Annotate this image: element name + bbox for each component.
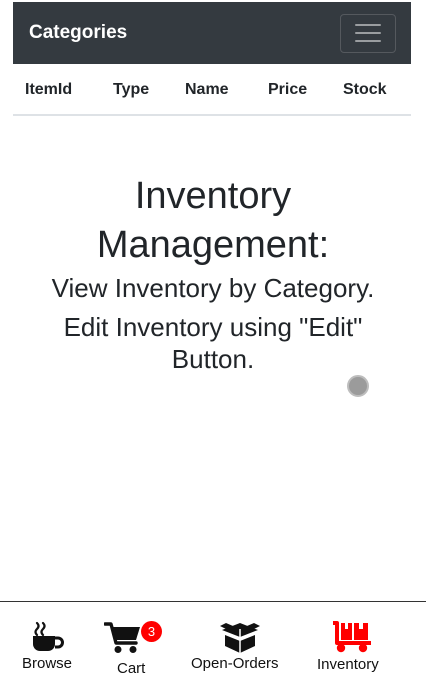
nav-item-cart[interactable]: 3 Cart (96, 602, 176, 692)
coffee-icon (33, 621, 64, 651)
hamburger-icon-line (355, 40, 381, 42)
cart-count-badge: 3 (141, 621, 162, 642)
column-header-type: Type (113, 81, 150, 98)
column-header-itemid: ItemId (25, 81, 73, 98)
hamburger-icon-line (355, 32, 381, 34)
nav-label-browse: Browse (22, 655, 73, 672)
navbar: Categories (13, 2, 411, 64)
inventory-table-header: ItemId Type Name Price Stock (13, 64, 411, 116)
instruction-line2: Button. (171, 344, 255, 374)
nav-item-open-orders[interactable]: Open-Orders (176, 602, 306, 692)
menu-toggle-button[interactable] (340, 13, 396, 53)
nav-item-browse[interactable]: Browse (0, 602, 96, 692)
page-instruction: Edit Inventory using "Edit" Button. (0, 311, 426, 375)
bottom-nav: Browse 3 Cart Open-Orders Inventory (0, 601, 426, 691)
nav-item-inventory[interactable]: Inventory (306, 602, 426, 692)
dolly-icon (333, 621, 371, 653)
touch-indicator (347, 375, 369, 397)
column-header-name: Name (185, 81, 229, 98)
nav-label-open-orders: Open-Orders (191, 655, 279, 672)
nav-label-cart: Cart (117, 660, 146, 677)
navbar-brand[interactable]: Categories (29, 22, 127, 44)
cart-icon (104, 622, 140, 653)
page-title-line1: Inventory (134, 175, 292, 217)
box-open-icon (220, 623, 260, 653)
hamburger-icon (355, 24, 381, 26)
column-header-price: Price (268, 81, 308, 98)
column-header-stock: Stock (343, 81, 387, 98)
inventory-intro: Inventory Management: View Inventory by … (0, 172, 426, 375)
page-subtitle: View Inventory by Category. (51, 273, 375, 303)
page-title: Inventory Management: (0, 172, 426, 270)
instruction-line1: Edit Inventory using "Edit" (63, 312, 363, 342)
page-title-line2: Management: (96, 224, 330, 266)
nav-label-inventory: Inventory (317, 656, 379, 673)
